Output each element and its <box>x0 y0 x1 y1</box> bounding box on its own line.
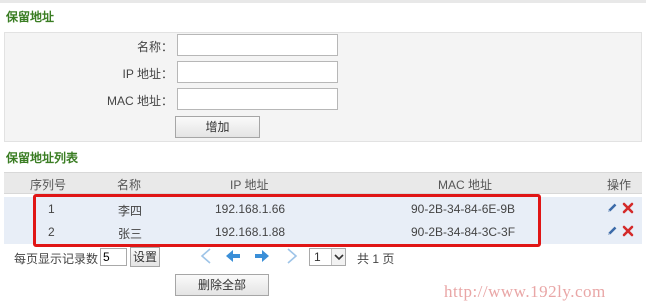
mac-input[interactable] <box>177 88 338 110</box>
list-section-title: 保留地址列表 <box>6 151 79 165</box>
name-row: 名称： <box>5 34 641 58</box>
list-header: 序列号 名称 IP 地址 MAC 地址 操作 <box>4 172 642 194</box>
total-pages-text: 共 1 页 <box>357 252 395 266</box>
col-mac-header: MAC 地址 <box>438 178 493 192</box>
top-border <box>0 0 646 3</box>
first-page-icon[interactable] <box>197 247 215 265</box>
ip-row: IP 地址： <box>5 61 641 85</box>
name-input[interactable] <box>177 34 338 56</box>
ip-label: IP 地址： <box>122 67 173 81</box>
rows-highlight-box <box>33 194 541 247</box>
delete-all-button[interactable]: 删除全部 <box>175 274 269 296</box>
edit-pencil-icon[interactable] <box>606 202 618 214</box>
reserve-section-title: 保留地址 <box>6 10 55 24</box>
delete-icon[interactable] <box>622 225 634 237</box>
edit-pencil-icon[interactable] <box>606 225 618 237</box>
col-action-header: 操作 <box>607 178 632 192</box>
col-index-header: 序列号 <box>30 178 67 192</box>
mac-row: MAC 地址： <box>5 88 641 112</box>
col-name-header: 名称 <box>117 178 142 192</box>
add-button[interactable]: 增加 <box>175 116 260 138</box>
per-page-label: 每页显示记录数 <box>14 252 99 266</box>
last-page-icon[interactable] <box>283 247 301 265</box>
ip-input[interactable] <box>177 61 338 83</box>
page-select-value: 1 <box>314 250 321 264</box>
mac-label: MAC 地址： <box>106 94 173 108</box>
name-label: 名称： <box>136 40 173 54</box>
col-ip-header: IP 地址 <box>230 178 269 192</box>
chevron-down-icon[interactable] <box>331 249 345 265</box>
per-page-input[interactable] <box>100 248 127 266</box>
next-page-icon[interactable] <box>253 247 271 265</box>
page-select[interactable]: 1 <box>309 248 346 266</box>
watermark: http://www.192ly.com <box>444 282 606 301</box>
set-button[interactable]: 设置 <box>130 247 160 267</box>
reserve-form-panel: 名称： IP 地址： MAC 地址： 增加 <box>4 32 642 142</box>
prev-page-icon[interactable] <box>224 247 242 265</box>
delete-icon[interactable] <box>622 202 634 214</box>
